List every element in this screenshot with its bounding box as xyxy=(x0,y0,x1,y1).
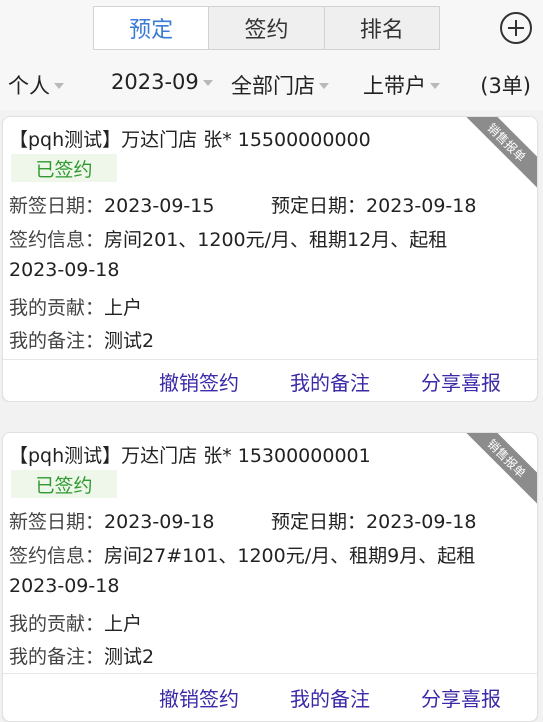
ribbon-wrap: 销售报单 xyxy=(457,117,537,197)
top-bar: 预定 签约 排名 xyxy=(0,0,543,58)
note-value: 测试2 xyxy=(104,330,155,352)
cancel-sign-button[interactable]: 撤销签约 xyxy=(159,367,239,396)
share-news-button[interactable]: 分享喜报 xyxy=(421,367,501,396)
note-label: 我的备注： xyxy=(9,330,105,352)
reserve-row: 预定日期：2023-09-18 xyxy=(271,191,476,218)
divider xyxy=(3,673,537,674)
new-sign-row: 新签日期：2023-09-15 xyxy=(9,191,214,218)
filter-person-label: 个人 xyxy=(8,74,50,98)
filter-month[interactable]: 2023-09 xyxy=(111,70,213,94)
divider xyxy=(3,359,537,360)
card-gap xyxy=(0,402,543,432)
filter-month-label: 2023-09 xyxy=(111,70,199,94)
filter-scope[interactable]: 上带户 xyxy=(363,70,440,100)
contract-row: 签约信息：房间27#101、1200元/月、租期9月、起租 xyxy=(9,541,475,568)
ribbon-label: 销售报单 xyxy=(457,117,537,193)
my-note-button[interactable]: 我的备注 xyxy=(290,367,370,396)
caret-down-icon xyxy=(202,80,213,86)
ribbon-label: 销售报单 xyxy=(457,433,537,509)
contract-info-cont: 2023-09-18 xyxy=(9,575,120,597)
new-sign-label: 新签日期： xyxy=(9,195,105,217)
reserve-label: 预定日期： xyxy=(271,195,367,217)
contribution-value: 上户 xyxy=(104,297,143,319)
contribution-row: 我的贡献：上户 xyxy=(9,293,142,320)
contract-label: 签约信息： xyxy=(9,229,105,251)
contribution-row: 我的贡献：上户 xyxy=(9,609,142,636)
new-sign-row: 新签日期：2023-09-18 xyxy=(9,507,214,534)
order-card: 销售报单 【pqh测试】万达门店 张* 15500000000 已签约 新签日期… xyxy=(2,116,538,402)
note-row: 我的备注：测试2 xyxy=(9,642,154,669)
tab-ranking[interactable]: 排名 xyxy=(323,6,440,50)
note-value: 测试2 xyxy=(104,646,155,668)
tab-signed[interactable]: 签约 xyxy=(208,6,325,50)
contract-info: 房间27#101、1200元/月、租期9月、起租 xyxy=(104,545,476,567)
reserve-date: 2023-09-18 xyxy=(366,195,477,217)
filter-bar: 个人 2023-09 全部门店 上带户 (3单) xyxy=(0,58,543,110)
my-note-button[interactable]: 我的备注 xyxy=(290,683,370,712)
add-icon[interactable] xyxy=(500,12,532,44)
cancel-sign-button[interactable]: 撤销签约 xyxy=(159,683,239,712)
contract-row: 签约信息：房间201、1200元/月、租期12月、起租 xyxy=(9,225,447,252)
new-sign-date: 2023-09-18 xyxy=(104,511,215,533)
status-badge: 已签约 xyxy=(11,154,117,182)
contract-info: 房间201、1200元/月、租期12月、起租 xyxy=(104,229,448,251)
caret-down-icon xyxy=(430,83,440,89)
share-news-button[interactable]: 分享喜报 xyxy=(421,683,501,712)
ribbon-wrap: 销售报单 xyxy=(457,433,537,513)
status-badge: 已签约 xyxy=(11,470,117,498)
tab-reserve[interactable]: 预定 xyxy=(93,6,210,50)
filter-store[interactable]: 全部门店 xyxy=(231,70,329,100)
reserve-date: 2023-09-18 xyxy=(366,511,477,533)
note-label: 我的备注： xyxy=(9,646,105,668)
contribution-label: 我的贡献： xyxy=(9,613,105,635)
filter-store-label: 全部门店 xyxy=(231,74,315,98)
caret-down-icon xyxy=(54,83,64,89)
reserve-row: 预定日期：2023-09-18 xyxy=(271,507,476,534)
order-card: 销售报单 【pqh测试】万达门店 张* 15300000001 已签约 新签日期… xyxy=(2,432,538,722)
contribution-label: 我的贡献： xyxy=(9,297,105,319)
card-title: 【pqh测试】万达门店 张* 15300000001 xyxy=(9,445,371,467)
tab-group: 预定 签约 排名 xyxy=(93,6,440,50)
caret-down-icon xyxy=(319,83,329,89)
card-title: 【pqh测试】万达门店 张* 15500000000 xyxy=(9,129,371,151)
order-count: (3单) xyxy=(480,74,531,98)
note-row: 我的备注：测试2 xyxy=(9,326,154,353)
contribution-value: 上户 xyxy=(104,613,143,635)
contract-label: 签约信息： xyxy=(9,545,105,567)
filter-scope-label: 上带户 xyxy=(363,74,426,98)
reserve-label: 预定日期： xyxy=(271,511,367,533)
new-sign-date: 2023-09-15 xyxy=(104,195,215,217)
contract-info-cont: 2023-09-18 xyxy=(9,259,120,281)
filter-person[interactable]: 个人 xyxy=(8,70,64,100)
new-sign-label: 新签日期： xyxy=(9,511,105,533)
